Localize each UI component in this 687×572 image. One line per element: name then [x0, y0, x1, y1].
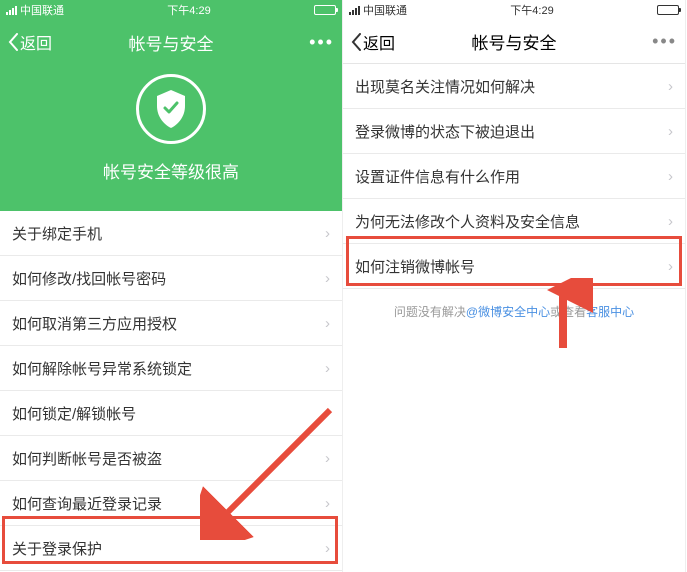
battery-icon: [657, 5, 679, 15]
chevron-right-icon: ›: [325, 315, 330, 332]
time-label: 下午4:29: [167, 2, 210, 18]
list-item[interactable]: 如何查询最近登录记录 ›: [0, 481, 342, 526]
service-center-link[interactable]: 客服中心: [586, 305, 634, 319]
item-label: 关于绑定手机: [12, 223, 102, 244]
footer-t1: 问题没有解决: [394, 305, 466, 319]
chevron-right-icon: ›: [325, 405, 330, 422]
time-label: 下午4:29: [510, 2, 553, 18]
item-label: 如何取消第三方应用授权: [12, 313, 177, 334]
left-screenshot: 中国联通 下午4:29 返回 帐号与安全 ••• 帐号安全等级很高 关于绑定手机…: [0, 0, 343, 572]
item-label: 设置证件信息有什么作用: [355, 166, 520, 187]
item-label: 如何注销微博帐号: [355, 256, 475, 277]
list-item[interactable]: 设置证件信息有什么作用 ›: [343, 154, 685, 199]
signal-icon: [349, 6, 360, 15]
chevron-left-icon: [351, 33, 361, 51]
signal-icon: [6, 6, 17, 15]
weibo-security-link[interactable]: @微博安全中心: [466, 305, 550, 319]
chevron-left-icon: [8, 33, 18, 51]
list-item[interactable]: 关于登录保护 ›: [0, 526, 342, 571]
nav-bar: 返回 帐号与安全 •••: [0, 20, 342, 64]
chevron-right-icon: ›: [668, 78, 673, 95]
chevron-right-icon: ›: [668, 168, 673, 185]
settings-list: 出现莫名关注情况如何解决 › 登录微博的状态下被迫退出 › 设置证件信息有什么作用 ›…: [343, 64, 685, 289]
security-level-text: 帐号安全等级很高: [0, 158, 342, 183]
status-bar: 中国联通 下午4:29: [343, 0, 685, 20]
chevron-right-icon: ›: [325, 360, 330, 377]
chevron-right-icon: ›: [325, 450, 330, 467]
chevron-right-icon: ›: [668, 123, 673, 140]
more-button[interactable]: •••: [652, 31, 677, 52]
list-item[interactable]: 如何锁定/解锁帐号 ›: [0, 391, 342, 436]
item-label: 如何查询最近登录记录: [12, 493, 162, 514]
item-label: 如何修改/找回帐号密码: [12, 268, 166, 289]
item-label: 如何锁定/解锁帐号: [12, 403, 136, 424]
list-item[interactable]: 如何取消第三方应用授权 ›: [0, 301, 342, 346]
right-screenshot: 中国联通 下午4:29 返回 帐号与安全 ••• 出现莫名关注情况如何解决 › 登…: [343, 0, 686, 572]
back-button[interactable]: 返回: [8, 30, 52, 54]
list-item[interactable]: 如何解除帐号异常系统锁定 ›: [0, 346, 342, 391]
item-label: 登录微博的状态下被迫退出: [355, 121, 535, 142]
item-label: 为何无法修改个人资料及安全信息: [355, 211, 580, 232]
item-label: 关于登录保护: [12, 538, 102, 559]
carrier-label: 中国联通: [20, 2, 64, 18]
list-item[interactable]: 关于绑定手机 ›: [0, 211, 342, 256]
security-hero: 帐号安全等级很高: [0, 64, 342, 211]
chevron-right-icon: ›: [668, 258, 673, 275]
chevron-right-icon: ›: [325, 270, 330, 287]
back-button[interactable]: 返回: [351, 30, 395, 54]
list-item[interactable]: 如何判断帐号是否被盗 ›: [0, 436, 342, 481]
item-label: 如何解除帐号异常系统锁定: [12, 358, 192, 379]
chevron-right-icon: ›: [325, 540, 330, 557]
settings-list: 关于绑定手机 › 如何修改/找回帐号密码 › 如何取消第三方应用授权 › 如何解除帐号…: [0, 211, 342, 572]
more-button[interactable]: •••: [309, 32, 334, 53]
chevron-right-icon: ›: [325, 495, 330, 512]
nav-bar: 返回 帐号与安全 •••: [343, 20, 685, 64]
list-item[interactable]: 如何修改/找回帐号密码 ›: [0, 256, 342, 301]
chevron-right-icon: ›: [668, 213, 673, 230]
item-label: 如何判断帐号是否被盗: [12, 448, 162, 469]
status-bar: 中国联通 下午4:29: [0, 0, 342, 20]
list-item-delete-account[interactable]: 如何注销微博帐号 ›: [343, 244, 685, 289]
item-label: 出现莫名关注情况如何解决: [355, 76, 535, 97]
chevron-right-icon: ›: [325, 225, 330, 242]
back-label: 返回: [363, 30, 395, 54]
shield-icon: [136, 74, 206, 144]
list-item[interactable]: 出现莫名关注情况如何解决 ›: [343, 64, 685, 109]
back-label: 返回: [20, 30, 52, 54]
footer-help-text: 问题没有解决@微博安全中心或查看客服中心: [343, 289, 685, 334]
footer-t2: 或查看: [550, 305, 586, 319]
list-item[interactable]: 为何无法修改个人资料及安全信息 ›: [343, 199, 685, 244]
list-item[interactable]: 登录微博的状态下被迫退出 ›: [343, 109, 685, 154]
battery-icon: [314, 5, 336, 15]
carrier-label: 中国联通: [363, 2, 407, 18]
